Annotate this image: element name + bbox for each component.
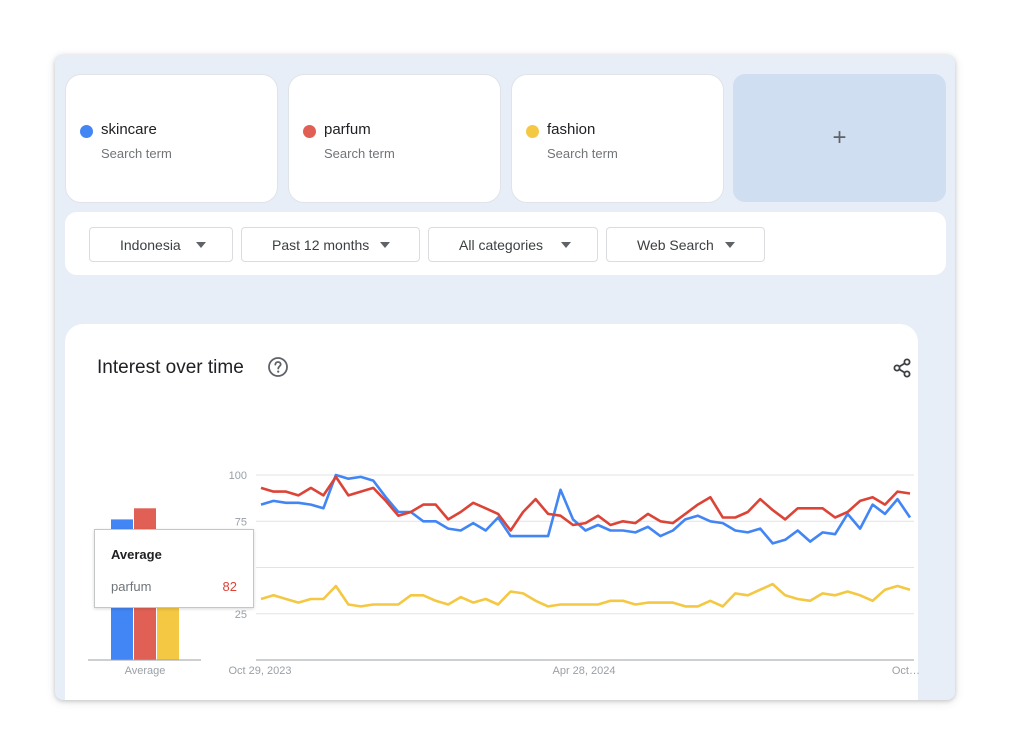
tooltip-title: Average	[111, 547, 162, 562]
average-tooltip: Average parfum 82	[94, 529, 254, 608]
x-tick-label: Apr 28, 2024	[553, 665, 616, 677]
x-tick-label: Oct 29, 2023	[229, 665, 292, 677]
x-tick-label: Oct…	[892, 665, 920, 677]
average-axis-label: Average	[125, 665, 166, 677]
y-tick-label: 100	[229, 470, 247, 482]
y-tick-label: 75	[235, 516, 247, 528]
explore-frame: skincare Search term parfum Search term …	[55, 55, 955, 700]
average-bar-fashion	[157, 600, 179, 660]
series-line-parfum	[260, 475, 911, 532]
y-tick-label: 25	[235, 609, 247, 621]
tooltip-value: 82	[222, 579, 237, 594]
tooltip-term: parfum	[111, 579, 152, 594]
series-line-fashion	[260, 582, 911, 608]
